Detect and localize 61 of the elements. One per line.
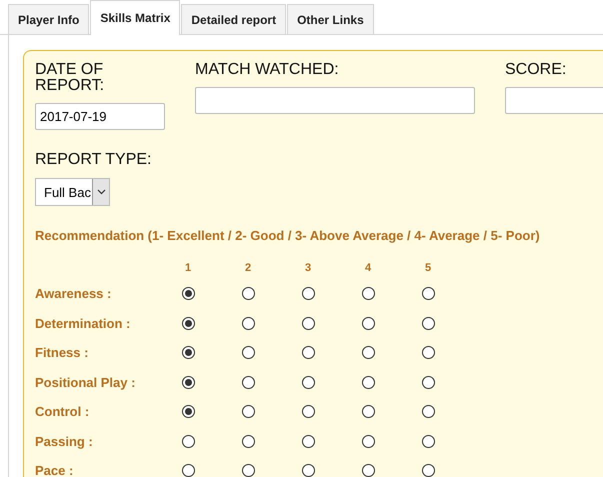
column-header: 4: [364, 262, 372, 274]
column-header: 5: [424, 262, 432, 274]
column-header: 1: [184, 262, 192, 274]
radio-button[interactable]: [302, 464, 314, 477]
date-field[interactable]: 2017-07-19: [35, 103, 165, 130]
radio-button[interactable]: [302, 287, 314, 300]
field-label: MATCH WATCHED:: [195, 62, 340, 80]
radio-button[interactable]: [422, 464, 434, 477]
radio-button[interactable]: [182, 346, 194, 360]
radio-button[interactable]: [302, 346, 314, 360]
radio-button[interactable]: [242, 464, 254, 477]
tab[interactable]: Other Links: [287, 4, 374, 34]
skill-label: Pace :: [35, 463, 74, 477]
radio-button[interactable]: [422, 434, 434, 448]
radio-button[interactable]: [182, 287, 194, 300]
radio-button[interactable]: [362, 346, 374, 360]
radio-button[interactable]: [362, 434, 374, 448]
report-type-select[interactable]: Full Bac: [35, 178, 110, 206]
skill-label: Passing :: [35, 434, 93, 449]
radio-button[interactable]: [242, 376, 254, 389]
caret-icon: [96, 189, 106, 195]
skill-label: Control :: [35, 404, 90, 420]
radio-button[interactable]: [242, 346, 254, 360]
radio-button[interactable]: [242, 316, 254, 330]
radio-button[interactable]: [422, 316, 434, 330]
field-label: SCORE:: [505, 62, 568, 80]
radio-button[interactable]: [362, 405, 374, 418]
radio-button[interactable]: [242, 287, 254, 300]
tab[interactable]: Skills Matrix: [90, 0, 180, 35]
radio-button[interactable]: [362, 376, 374, 389]
radio-button[interactable]: [182, 316, 194, 330]
radio-button[interactable]: [182, 376, 194, 389]
radio-button[interactable]: [422, 346, 434, 360]
score-field[interactable]: [505, 87, 603, 114]
radio-button[interactable]: [182, 464, 194, 477]
radio-button[interactable]: [422, 405, 434, 418]
radio-button[interactable]: [362, 464, 374, 477]
radio-button[interactable]: [422, 287, 434, 300]
radio-button[interactable]: [362, 287, 374, 300]
radio-button[interactable]: [422, 376, 434, 389]
tab[interactable]: Detailed report: [181, 4, 286, 34]
radio-button[interactable]: [362, 316, 374, 330]
column-header: 2: [244, 262, 252, 274]
radio-button[interactable]: [182, 405, 194, 418]
skill-label: Determination :: [35, 316, 130, 331]
skill-label: Positional Play :: [35, 374, 136, 390]
field-label: REPORT TYPE:: [35, 152, 152, 170]
recommendation-legend: Recommendation (1- Excellent / 2- Good / 3- Above Average / 4- Average / 5- Poor): [35, 228, 603, 243]
match-field[interactable]: [195, 87, 475, 114]
radio-button[interactable]: [302, 434, 314, 448]
skill-label: Fitness :: [35, 345, 88, 360]
radio-button[interactable]: [182, 434, 194, 448]
tab[interactable]: Player Info: [8, 4, 90, 34]
radio-button[interactable]: [302, 316, 314, 330]
skill-label: Awareness :: [35, 286, 112, 302]
column-header: 3: [304, 262, 312, 274]
radio-button[interactable]: [242, 405, 254, 418]
field-label: DATE OF REPORT:: [35, 62, 106, 96]
radio-button[interactable]: [302, 405, 314, 418]
radio-button[interactable]: [242, 434, 254, 448]
radio-button[interactable]: [302, 376, 314, 389]
